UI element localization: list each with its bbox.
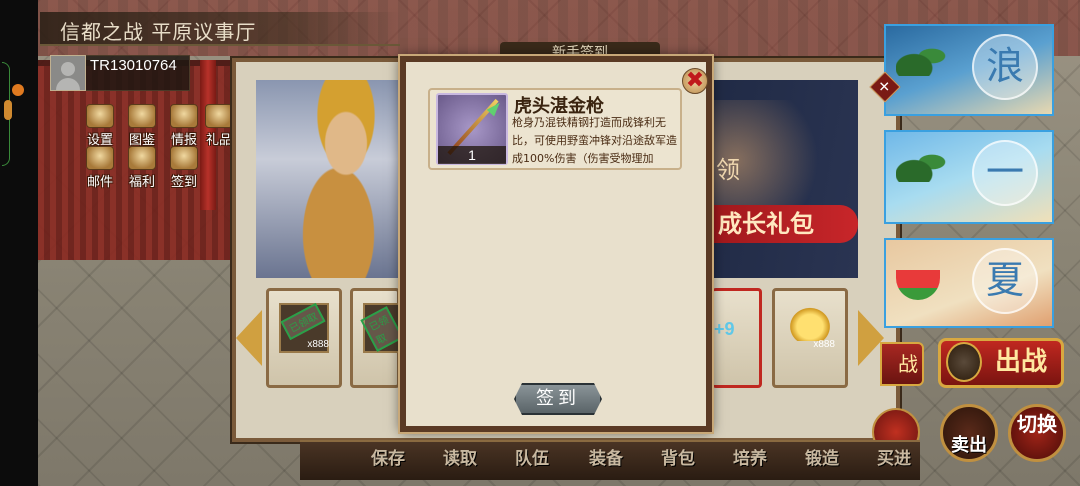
growth-pack-label[interactable]: 成长礼包 xyxy=(712,205,858,243)
avatar[interactable] xyxy=(50,55,86,91)
floating-dot xyxy=(12,84,24,96)
promo-char: 夏 xyxy=(972,248,1038,314)
mail-icon xyxy=(86,146,114,170)
reward-bonus: +9 xyxy=(714,319,735,339)
switch-label: 切换 xyxy=(1017,412,1057,436)
switch-button[interactable]: 切换 xyxy=(1008,404,1066,462)
welfare-label: 福利 xyxy=(128,175,155,190)
palm-tree-icon xyxy=(896,36,956,76)
welfare-button[interactable]: 福利 xyxy=(122,146,162,190)
sell-label: 卖出 xyxy=(951,435,987,456)
mail-button[interactable]: 邮件 xyxy=(80,146,120,190)
scroll-icon xyxy=(170,104,198,128)
battle-partial-button[interactable]: 战 xyxy=(880,342,924,386)
settings-button[interactable]: 设置 xyxy=(80,104,120,148)
pagoda-icon xyxy=(128,146,156,170)
nav-bag[interactable]: 背包 xyxy=(648,444,708,469)
floating-dot-2 xyxy=(4,100,12,120)
reward-slot[interactable]: x888 xyxy=(772,288,848,388)
prev-arrow[interactable] xyxy=(236,310,262,366)
promo-char: 一 xyxy=(972,140,1038,206)
promo-card[interactable]: 浪 xyxy=(884,24,1054,116)
sell-button[interactable]: 卖出 xyxy=(940,404,998,462)
codex-button[interactable]: 图鉴 xyxy=(122,104,162,148)
mail-label: 邮件 xyxy=(86,175,113,190)
close-icon[interactable]: ✖ xyxy=(682,68,708,94)
hero-portrait xyxy=(256,80,406,278)
nav-load[interactable]: 读取 xyxy=(430,444,490,469)
nav-team[interactable]: 队伍 xyxy=(502,444,562,469)
gift-icon xyxy=(205,104,233,128)
player-id: TR13010764 xyxy=(90,57,177,74)
nav-buy[interactable]: 买进 xyxy=(864,444,924,469)
signin-button[interactable]: 签到 xyxy=(164,146,204,190)
phone-edge xyxy=(0,0,38,486)
intel-button[interactable]: 情报 xyxy=(164,104,204,148)
gold-ingot-icon xyxy=(787,305,833,341)
item-count: 1 xyxy=(438,146,506,164)
gift-button[interactable]: 礼品 xyxy=(204,104,234,146)
promo-char: 浪 xyxy=(972,34,1038,100)
nav-train[interactable]: 培养 xyxy=(720,444,780,469)
beach-icon xyxy=(896,142,956,182)
signin-confirm-button[interactable]: 签到 xyxy=(514,383,602,415)
nav-save[interactable]: 保存 xyxy=(358,444,418,469)
signin-icon xyxy=(170,146,198,170)
reward-count: x888 xyxy=(813,339,835,350)
book-icon xyxy=(128,104,156,128)
reward-slot[interactable]: 已领取 xyxy=(350,288,404,388)
gift-label: 礼品 xyxy=(205,133,232,146)
reward-slot[interactable]: 已领取 x888 xyxy=(266,288,342,388)
banner-claim-text: 领 xyxy=(716,156,740,184)
location-title: 信都之战 平原议事厅 xyxy=(60,20,257,44)
reward-count: x888 xyxy=(307,339,329,350)
nav-equipment[interactable]: 装备 xyxy=(576,444,636,469)
item-description: 枪身乃混铁精钢打造而成锋利无比，可使用野蛮冲锋对沿途敌军造成100%伤害（伤害受… xyxy=(512,116,677,165)
watermelon-icon xyxy=(896,270,940,300)
nav-forge[interactable]: 锻造 xyxy=(792,444,852,469)
promo-card[interactable]: 一 xyxy=(884,130,1054,224)
reward-slot[interactable]: +9 xyxy=(712,288,762,388)
promo-card[interactable]: 夏 xyxy=(884,238,1054,328)
signin-label: 签到 xyxy=(170,175,197,190)
gear-icon xyxy=(86,104,114,128)
helmet-icon xyxy=(946,342,982,382)
